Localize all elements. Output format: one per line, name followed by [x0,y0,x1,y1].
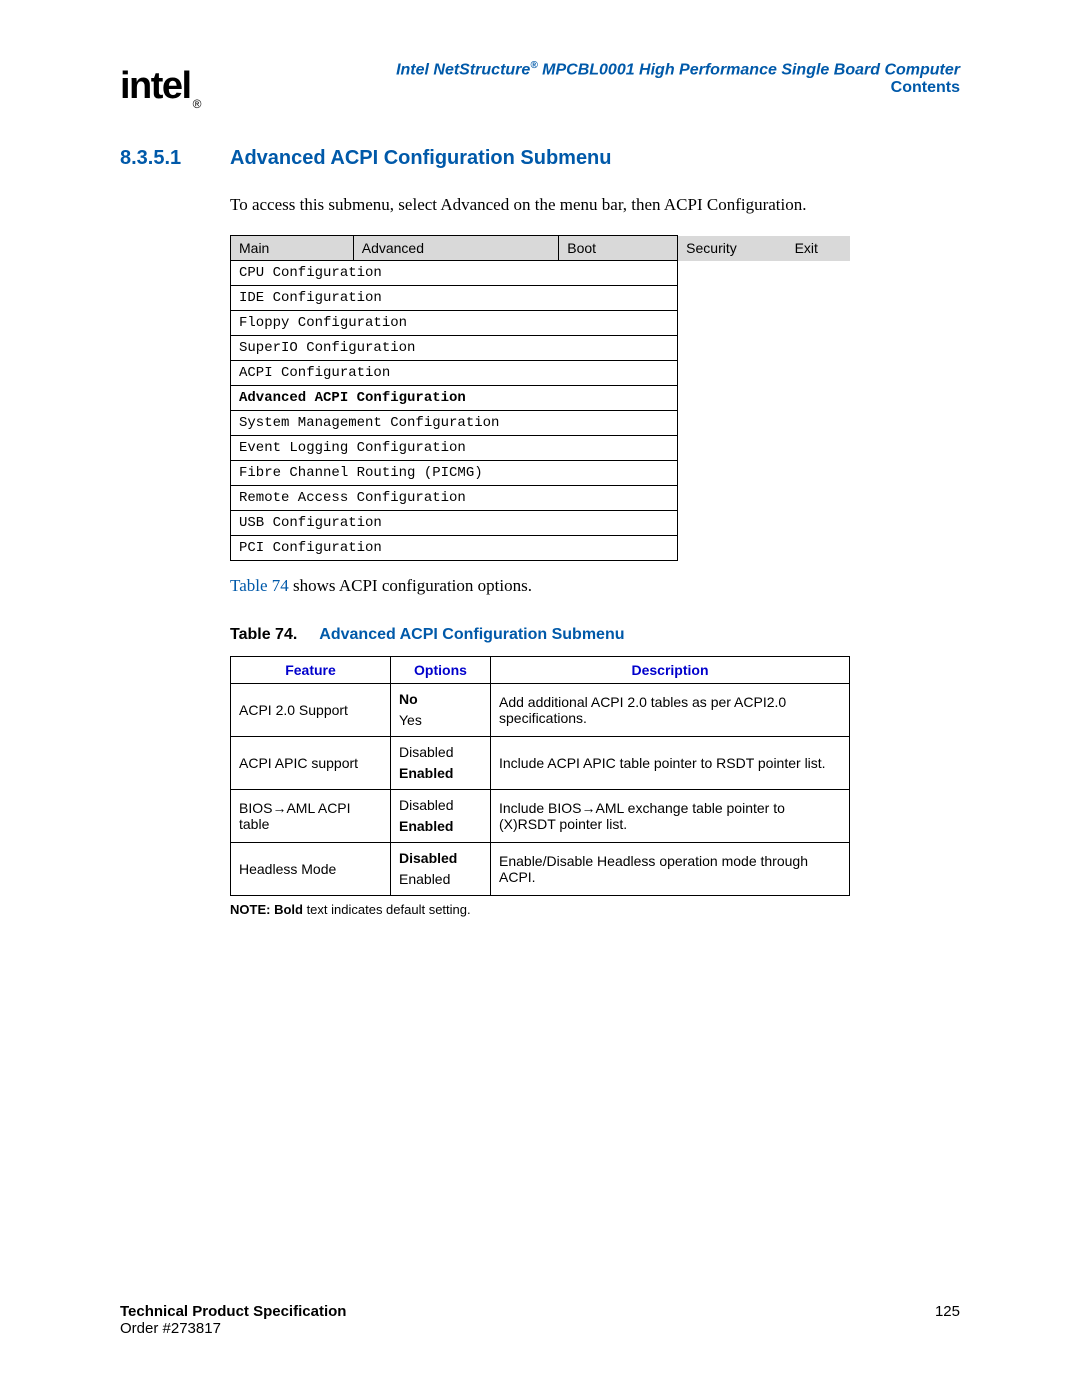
bios-tab: Exit [787,236,850,261]
footer-spec: Technical Product Specification [120,1303,346,1320]
bios-menu-item: USB Configuration [231,511,678,536]
footer-order: Order #273817 [120,1320,346,1337]
desc-cell: Enable/Disable Headless operation mode t… [491,843,850,896]
section-number: 8.3.5.1 [120,147,200,170]
bios-tab: Boot [559,236,678,261]
doc-title: Intel NetStructure® MPCBL0001 High Perfo… [300,60,960,79]
table-caption: Table 74.Advanced ACPI Configuration Sub… [230,626,960,644]
desc-cell: Include BIOS→AML exchange table pointer … [491,790,850,843]
col-header: Feature [231,657,391,684]
config-table: Feature Options Description ACPI 2.0 Sup… [230,656,850,896]
options-cell: NoYes [391,684,491,737]
bios-menu-item: System Management Configuration [231,411,678,436]
bios-tab: Security [678,236,787,261]
section-title: Advanced ACPI Configuration Submenu [230,147,612,170]
feature-cell: ACPI 2.0 Support [231,684,391,737]
desc-cell: Include ACPI APIC table pointer to RSDT … [491,737,850,790]
contents-link[interactable]: Contents [300,79,960,97]
logo-text: intel [120,65,191,107]
bios-menu-item: IDE Configuration [231,286,678,311]
bios-menu-item: Event Logging Configuration [231,436,678,461]
bios-menu-item: SuperIO Configuration [231,336,678,361]
bios-menu-item: Fibre Channel Routing (PICMG) [231,461,678,486]
bios-menu-item: Advanced ACPI Configuration [231,386,678,411]
table-row: Headless ModeDisabledEnabledEnable/Disab… [231,843,850,896]
page-footer: Technical Product Specification Order #2… [120,1303,960,1337]
table-note: NOTE: Bold text indicates default settin… [230,902,960,917]
feature-cell: BIOS→AML ACPI table [231,790,391,843]
col-header: Options [391,657,491,684]
options-cell: DisabledEnabled [391,737,491,790]
table-link[interactable]: Table 74 [230,576,289,595]
bios-menu-item: ACPI Configuration [231,361,678,386]
desc-cell: Add additional ACPI 2.0 tables as per AC… [491,684,850,737]
section-intro: To access this submenu, select Advanced … [230,195,960,215]
bios-tab: Main [231,236,354,261]
bios-tab: Advanced [353,236,559,261]
options-cell: DisabledEnabled [391,790,491,843]
table-row: BIOS→AML ACPI tableDisabledEnabledInclud… [231,790,850,843]
table-row: ACPI APIC supportDisabledEnabledInclude … [231,737,850,790]
bios-menu-table: Main Advanced Boot Security Exit CPU Con… [230,235,850,561]
bios-tab-row: Main Advanced Boot Security Exit [231,236,851,261]
bios-menu-item: Floppy Configuration [231,311,678,336]
footer-page: 125 [935,1303,960,1320]
intel-logo: intel® [120,65,198,108]
logo-reg: ® [193,97,200,111]
table-row: ACPI 2.0 SupportNoYesAdd additional ACPI… [231,684,850,737]
page-header: intel® Intel NetStructure® MPCBL0001 Hig… [120,60,960,97]
bios-menu-item: Remote Access Configuration [231,486,678,511]
table-reference: Table 74 shows ACPI configuration option… [230,576,960,596]
options-cell: DisabledEnabled [391,843,491,896]
col-header: Description [491,657,850,684]
bios-menu-item: PCI Configuration [231,536,678,561]
feature-cell: Headless Mode [231,843,391,896]
feature-cell: ACPI APIC support [231,737,391,790]
bios-menu-item: CPU Configuration [231,261,678,286]
